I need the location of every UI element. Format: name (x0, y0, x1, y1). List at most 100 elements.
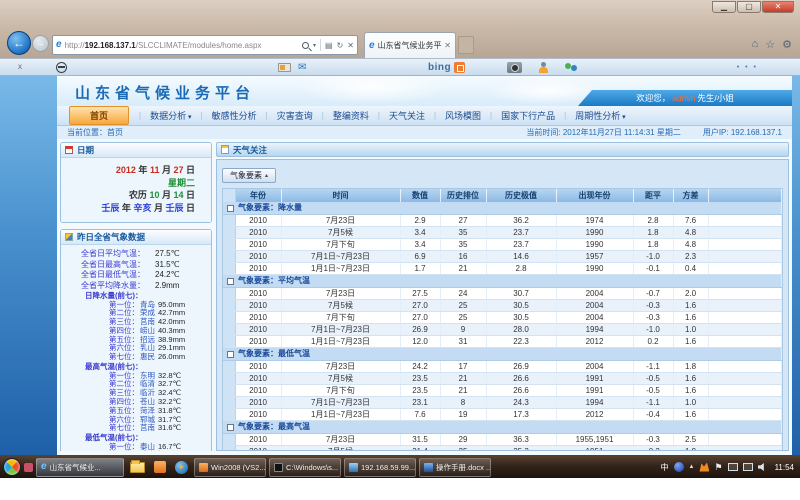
table-row: 20101月1日~7月23日12.03122.320120.21.6 (223, 336, 782, 348)
taskbar-button-label: C:\Windows\s... (286, 463, 338, 472)
tray-expand-icon[interactable]: ▲ (689, 464, 695, 470)
table-cell: 25 (440, 300, 486, 312)
column-header: 年份 (235, 189, 281, 202)
rank-row: 第七位：惠民26.0mm (61, 353, 209, 362)
menu-item-1[interactable]: 首页 (69, 106, 129, 125)
back-button[interactable]: ← (7, 31, 31, 55)
rank-value: 26.0mm (158, 353, 185, 362)
person-icon[interactable] (538, 62, 549, 73)
calendar-text-part: 27 (173, 165, 186, 175)
table-cell: 7月5候 (281, 227, 400, 239)
folder-icon[interactable] (130, 462, 145, 473)
menu-item-6[interactable]: 天气关注 (380, 109, 434, 122)
gear-icon[interactable]: ⚙ (782, 38, 792, 51)
taskbar-button-win2008[interactable]: Win2008 (VS2... (194, 458, 266, 477)
table-cell: 2010 (235, 397, 281, 409)
forward-button[interactable]: → (32, 35, 49, 52)
compatibility-icon[interactable]: ▤ (325, 41, 333, 50)
group-checkbox[interactable] (227, 424, 234, 431)
envelope-icon[interactable]: ✉ (298, 61, 306, 74)
toolbar-close-icon[interactable]: x (18, 63, 22, 71)
system-tray: 中 ▲ ⚑ 11:54 (661, 462, 797, 473)
tray-language-indicator[interactable]: 中 (661, 462, 669, 473)
welcome-username: admin (670, 93, 697, 103)
search-icon[interactable] (302, 42, 309, 49)
taskbar-button-cmd-icon (274, 463, 283, 472)
group-checkbox[interactable] (227, 278, 234, 285)
people-icon[interactable] (565, 62, 578, 73)
group-checkbox[interactable] (227, 205, 234, 212)
stat-value: 27.5℃ (155, 249, 180, 260)
rank-station: 莒南 (140, 424, 155, 433)
menu-item-2[interactable]: 数据分析 ▾ (141, 109, 200, 122)
calendar-text-part: 2012 (116, 165, 139, 175)
row-select-cell (223, 397, 235, 409)
toolbar-circle-icon[interactable] (56, 62, 67, 73)
table-cell: -1.0 (633, 251, 673, 263)
window-close-button[interactable]: ✕ (762, 1, 794, 13)
table-row: 20107月23日31.52936.31955,1951-0.32.5 (223, 434, 782, 446)
taskbar-button-cmd[interactable]: C:\Windows\s... (269, 458, 341, 477)
media-player-icon[interactable] (175, 461, 188, 474)
camera-icon[interactable] (507, 62, 522, 73)
search-dropdown-icon[interactable]: ▾ (313, 42, 316, 49)
refresh-icon[interactable]: ↻ (337, 41, 344, 50)
tray-volume-icon[interactable] (758, 463, 767, 471)
menu-item-7[interactable]: 风场模图 (436, 109, 490, 122)
element-filter-button[interactable]: 气象要素 ▴ (222, 168, 276, 183)
group-header-row: 气象要素：降水量 (223, 202, 782, 215)
table-cell: 25 (440, 312, 486, 324)
tray-network-icon[interactable] (728, 463, 738, 471)
menu-item-5[interactable]: 整编资料 (324, 109, 378, 122)
table-cell: 2010 (235, 227, 281, 239)
home-icon[interactable]: ⌂ (752, 38, 759, 51)
menu-item-4[interactable]: 灾害查询 (268, 109, 322, 122)
favorites-star-icon[interactable]: ☆ (765, 38, 775, 51)
window-minimize-button[interactable]: ▁ (712, 1, 736, 13)
menu-item-9[interactable]: 周期性分析 ▾ (566, 109, 634, 122)
new-tab-button[interactable] (458, 36, 474, 54)
group-checkbox[interactable] (227, 351, 234, 358)
table-cell: 1955,1951 (556, 434, 633, 446)
stop-icon[interactable]: ✕ (347, 41, 354, 50)
taskbar-pinned-icon[interactable] (24, 463, 33, 472)
tray-display-icon[interactable] (743, 463, 753, 471)
window-maximize-button[interactable]: ▢ (737, 1, 761, 13)
taskbar-app-icon[interactable] (154, 461, 166, 473)
tray-globe-icon[interactable] (674, 462, 684, 472)
table-cell: 31.4 (400, 446, 440, 451)
photo-card-icon[interactable] (278, 63, 291, 72)
taskbar-clock[interactable]: 11:54 (775, 463, 794, 472)
table-cell: 7.6 (673, 215, 708, 227)
browser-tab[interactable]: e 山东省气候业务平... ✕ (364, 32, 456, 58)
row-select-cell (223, 288, 235, 300)
table-cell: 29 (440, 434, 486, 446)
taskbar-button-rdp[interactable]: 192.168.59.99... (344, 458, 416, 477)
start-button[interactable] (3, 458, 21, 476)
welcome-suffix: 先生/小姐 (697, 92, 733, 104)
triangle-up-icon: ▴ (265, 172, 268, 179)
group-header-row: 气象要素：平均气温 (223, 275, 782, 288)
bing-search-icon[interactable] (454, 62, 465, 73)
address-bar[interactable]: e http://192.168.137.1/SLCCLIMATE/module… (52, 35, 358, 55)
menu-item-8[interactable]: 国家下行产品 (492, 109, 564, 122)
table-cell: 1.7 (400, 263, 440, 275)
tab-close-icon[interactable]: ✕ (444, 42, 451, 50)
table-cell: 7月5候 (281, 446, 400, 451)
bing-logo[interactable]: bing (428, 62, 465, 73)
taskbar: e 山东省气候业... Win2008 (VS2... C:\Windows\s.… (0, 455, 800, 478)
stat-row: 全省日最低气温：24.2℃ (61, 270, 209, 281)
tray-flag-icon[interactable]: ⚑ (714, 463, 722, 472)
ie-icon: e (41, 462, 47, 472)
table-cell: 24.2 (400, 361, 440, 373)
table-cell-filler (708, 215, 782, 227)
main-menu: 首页|数据分析 ▾|敏感性分析|灾害查询|整编资料|天气关注|风场模图|国家下行… (57, 106, 792, 126)
taskbar-ie-button[interactable]: e 山东省气候业... (36, 458, 124, 477)
more-options-icon[interactable]: • • • (737, 64, 758, 71)
table-cell-filler (708, 409, 782, 421)
taskbar-button-word[interactable]: 操作手册.docx .. (419, 458, 491, 477)
menu-item-3[interactable]: 敏感性分析 (203, 109, 266, 122)
tray-fox-icon[interactable] (699, 463, 709, 472)
url-text: http://192.168.137.1/SLCCLIMATE/modules/… (65, 41, 299, 50)
rank-label: 第七位： (109, 424, 140, 433)
